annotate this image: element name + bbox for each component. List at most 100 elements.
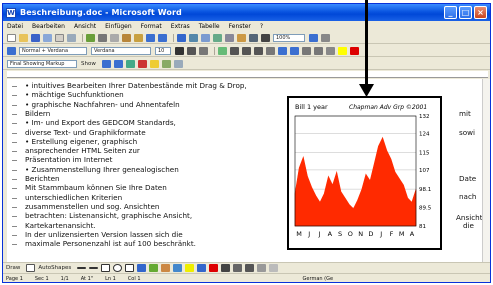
shadow-icon[interactable]: [257, 264, 267, 272]
align-left-icon[interactable]: [218, 46, 227, 55]
line-icon[interactable]: [77, 267, 87, 269]
styles-icon[interactable]: [7, 46, 16, 55]
cut-icon[interactable]: [98, 33, 107, 42]
underline-icon[interactable]: [199, 46, 208, 55]
reviewing-pane-icon[interactable]: [173, 59, 183, 68]
maximize-button[interactable]: □: [459, 6, 472, 19]
format-painter-icon[interactable]: [134, 33, 143, 42]
bold-icon[interactable]: [175, 46, 184, 55]
font-box[interactable]: Verdana: [91, 46, 151, 55]
autoshapes-menu[interactable]: AutoShapes: [38, 265, 71, 271]
accept-change-icon[interactable]: [125, 59, 135, 68]
menu-window[interactable]: Fenster: [229, 23, 251, 30]
new-comment-icon[interactable]: [149, 59, 159, 68]
margin-mark: [12, 123, 17, 125]
help-icon[interactable]: [309, 33, 318, 42]
tables-borders-icon[interactable]: [189, 33, 198, 42]
drawing-icon[interactable]: [237, 33, 246, 42]
redo-icon[interactable]: [158, 33, 167, 42]
insert-table-icon[interactable]: [201, 33, 210, 42]
font-size-box[interactable]: 10: [155, 46, 171, 55]
show-hide-icon[interactable]: [261, 33, 270, 42]
minimize-button[interactable]: _: [444, 6, 457, 19]
menu-insert[interactable]: Einfügen: [105, 23, 131, 30]
title-bar[interactable]: W Beschreibung.doc - Microsoft Word _ □ …: [3, 4, 490, 21]
status-bar: Page 1 Sec 1 1/1 At 1" Ln 1 Col 1 German…: [3, 273, 490, 282]
line-color-icon[interactable]: [197, 264, 207, 272]
clip-art-icon[interactable]: [161, 264, 171, 272]
rectangle-icon[interactable]: [101, 264, 111, 272]
document-line: ansprechender HTML Seiten zur: [25, 146, 140, 156]
save-icon[interactable]: [31, 33, 40, 42]
permission-icon[interactable]: [43, 33, 52, 42]
track-changes-icon[interactable]: [161, 59, 171, 68]
fill-color-icon[interactable]: [185, 264, 195, 272]
oval-icon[interactable]: [113, 264, 123, 272]
open-folder-icon[interactable]: [19, 33, 28, 42]
columns-icon[interactable]: [225, 33, 234, 42]
reviewing-toolbar: Final Showing Markup Show: [3, 58, 490, 70]
spelling-icon[interactable]: [86, 33, 95, 42]
menu-format[interactable]: Format: [141, 23, 162, 30]
menu-help[interactable]: ?: [260, 23, 263, 30]
hyperlink-icon[interactable]: [177, 33, 186, 42]
menu-view[interactable]: Ansicht: [74, 23, 96, 30]
font-color-icon[interactable]: [350, 46, 359, 55]
vertical-scrollbar[interactable]: [482, 79, 490, 262]
copy-icon[interactable]: [110, 33, 119, 42]
arrow-icon[interactable]: [89, 267, 99, 269]
markup-box[interactable]: Final Showing Markup: [7, 59, 77, 68]
horizontal-ruler[interactable]: [7, 71, 488, 78]
highlight-icon[interactable]: [338, 46, 347, 55]
paste-icon[interactable]: [122, 33, 131, 42]
align-center-icon[interactable]: [230, 46, 239, 55]
decrease-indent-icon[interactable]: [302, 46, 311, 55]
menu-table[interactable]: Tabelle: [199, 23, 220, 30]
print-preview-icon[interactable]: [67, 33, 76, 42]
arrow-style-icon[interactable]: [245, 264, 255, 272]
close-button[interactable]: ×: [474, 6, 487, 19]
select-objects-icon[interactable]: [26, 264, 36, 272]
zoom-box[interactable]: 100%: [273, 33, 305, 42]
reject-change-icon[interactable]: [137, 59, 147, 68]
print-icon[interactable]: [55, 33, 64, 42]
line-style-icon[interactable]: [221, 264, 231, 272]
margin-mark: [12, 151, 17, 153]
dash-style-icon[interactable]: [233, 264, 243, 272]
read-icon[interactable]: [321, 33, 330, 42]
style-box[interactable]: Normal + Verdana: [19, 46, 87, 55]
line-spacing-icon[interactable]: [266, 46, 275, 55]
chart-subtitle: Chapman Adv Grp ©2001: [349, 104, 427, 111]
wordart-icon[interactable]: [137, 264, 147, 272]
next-change-icon[interactable]: [113, 59, 123, 68]
menu-tools[interactable]: Extras: [171, 23, 190, 30]
diagram-icon[interactable]: [149, 264, 159, 272]
font-color-draw-icon[interactable]: [209, 264, 219, 272]
border-icon[interactable]: [326, 46, 335, 55]
margin-mark: [12, 86, 17, 87]
text-box-icon[interactable]: [125, 264, 135, 272]
y-tick-label: 124: [419, 131, 430, 137]
bullets-icon[interactable]: [290, 46, 299, 55]
new-document-icon[interactable]: [7, 33, 16, 42]
undo-icon[interactable]: [146, 33, 155, 42]
window-title: Beschreibung.doc - Microsoft Word: [20, 8, 182, 17]
document-map-icon[interactable]: [249, 33, 258, 42]
show-menu[interactable]: Show: [81, 61, 96, 67]
margin-mark: [12, 244, 17, 246]
numbering-icon[interactable]: [278, 46, 287, 55]
align-right-icon[interactable]: [242, 46, 251, 55]
insert-excel-icon[interactable]: [213, 33, 222, 42]
document-line: maximale Personenzahl ist auf 100 beschr…: [25, 239, 196, 249]
italic-icon[interactable]: [187, 46, 196, 55]
justify-icon[interactable]: [254, 46, 263, 55]
menu-file[interactable]: Datei: [7, 23, 23, 30]
insert-picture-icon[interactable]: [173, 264, 183, 272]
menu-edit[interactable]: Bearbeiten: [32, 23, 65, 30]
draw-menu[interactable]: Draw: [6, 265, 20, 271]
status-section: Sec 1: [34, 275, 49, 282]
margin-mark: [12, 188, 17, 190]
previous-change-icon[interactable]: [101, 59, 111, 68]
3d-style-icon[interactable]: [269, 264, 279, 272]
increase-indent-icon[interactable]: [314, 46, 323, 55]
